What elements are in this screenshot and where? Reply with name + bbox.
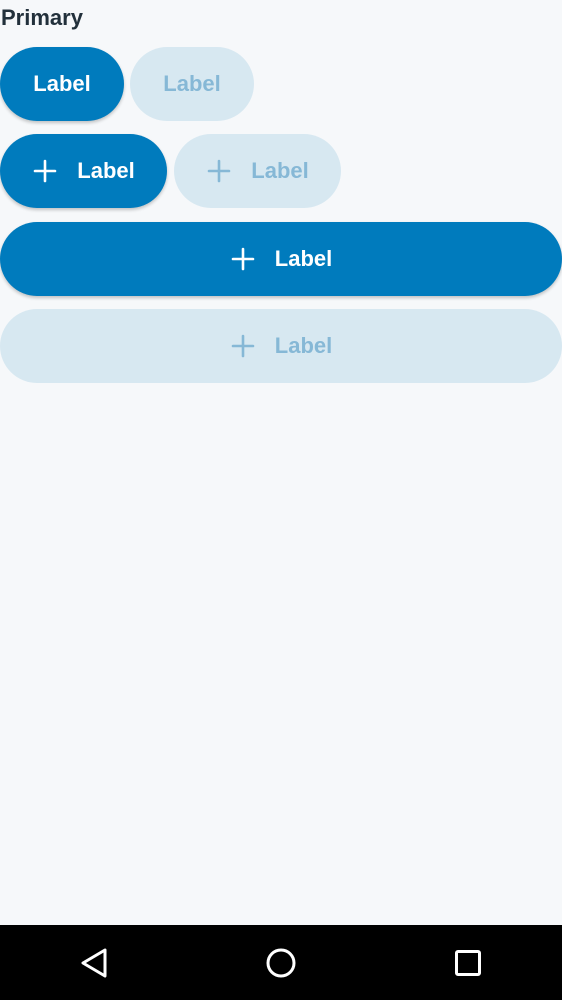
primary-button-disabled[interactable]: Label [130, 47, 254, 121]
primary-icon-button[interactable]: Label [0, 134, 167, 208]
plus-icon [230, 246, 256, 272]
button-label: Label [33, 71, 91, 96]
system-navigation-bar [0, 925, 562, 1000]
primary-button[interactable]: Label [0, 47, 124, 121]
section-title: Primary [1, 5, 83, 30]
plus-icon [206, 158, 232, 184]
primary-full-width-button-disabled[interactable]: Label [0, 309, 562, 383]
plus-icon [32, 158, 58, 184]
back-icon[interactable] [73, 942, 115, 984]
button-label: Label [251, 158, 309, 183]
recents-icon[interactable] [447, 942, 489, 984]
plus-icon [230, 333, 256, 359]
button-label: Label [274, 246, 333, 271]
primary-full-width-button[interactable]: Label [0, 222, 562, 296]
home-icon[interactable] [260, 942, 302, 984]
button-label: Label [163, 71, 221, 96]
button-label: Label [77, 158, 135, 183]
button-label: Label [274, 333, 333, 358]
primary-icon-button-disabled[interactable]: Label [174, 134, 341, 208]
